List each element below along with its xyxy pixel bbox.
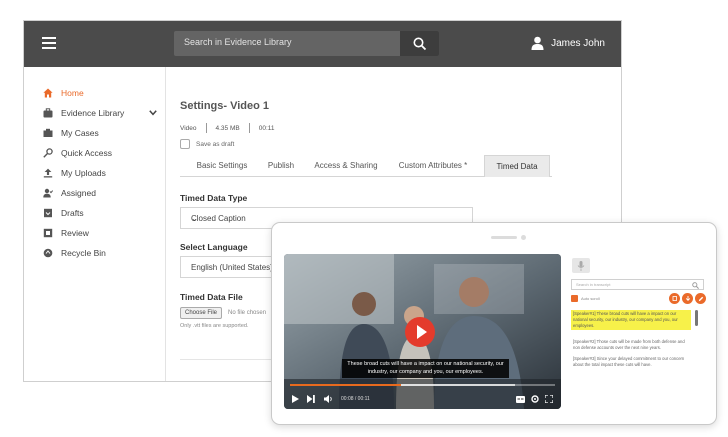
- timed-data-type-label: Timed Data Type: [180, 193, 248, 203]
- edit-icon: [698, 296, 703, 301]
- fullscreen-icon[interactable]: [545, 395, 553, 403]
- sidebar-item-label: Quick Access: [61, 148, 113, 158]
- play-button[interactable]: [405, 317, 435, 347]
- auto-scroll-checkbox[interactable]: [571, 295, 578, 302]
- tab-timed-data[interactable]: Timed Data: [484, 155, 550, 177]
- file-duration: 00:11: [258, 124, 275, 132]
- review-icon: [43, 228, 53, 238]
- assigned-user-icon: [43, 188, 53, 198]
- transcript-scrollbar[interactable]: [695, 310, 698, 326]
- play-icon[interactable]: [292, 395, 299, 403]
- sidebar-item-my-uploads[interactable]: My Uploads: [43, 166, 106, 180]
- sidebar-item-quick-access[interactable]: Quick Access: [43, 146, 112, 160]
- key-icon: [43, 148, 53, 158]
- settings-tabs: Basic Settings Publish Access & Sharing …: [180, 155, 552, 177]
- divider: [205, 123, 207, 133]
- page-title: Settings- Video 1: [180, 100, 270, 112]
- video-player[interactable]: These broad cuts will have a impact on o…: [284, 254, 561, 409]
- tablet-mockup: These broad cuts will have a impact on o…: [271, 222, 717, 425]
- transcript-entry[interactable]: [Speaker#2] Those cuts will be made from…: [571, 338, 691, 352]
- user-menu[interactable]: James John: [531, 36, 605, 50]
- tab-publish[interactable]: Publish: [260, 155, 302, 177]
- recycle-icon: [43, 248, 53, 258]
- language-value: English (United States): [191, 263, 273, 272]
- sidebar-item-label: Assigned: [61, 188, 96, 198]
- file-size: 4.35 MB: [215, 124, 240, 132]
- download-icon: [685, 295, 690, 301]
- save-as-draft-checkbox[interactable]: Save as draft: [180, 139, 234, 149]
- video-caption: These broad cuts will have a impact on o…: [342, 359, 509, 378]
- timed-data-file-label: Timed Data File: [180, 292, 243, 302]
- settings-gear-icon[interactable]: [531, 395, 539, 403]
- transcript-panel: Search in transcript Auto scroll [Speake…: [568, 254, 708, 414]
- microphone-icon: [577, 260, 585, 271]
- tab-access-sharing[interactable]: Access & Sharing: [308, 155, 384, 177]
- menu-icon[interactable]: [42, 37, 56, 49]
- briefcase-icon: [43, 108, 53, 118]
- sidebar-item-assigned[interactable]: Assigned: [43, 186, 96, 200]
- sidebar-item-home[interactable]: Home: [43, 86, 84, 100]
- case-icon: [43, 128, 53, 138]
- sidebar-item-review[interactable]: Review: [43, 226, 89, 240]
- user-name: James John: [551, 37, 605, 49]
- tablet-speaker: [491, 236, 517, 239]
- transcript-entry-active[interactable]: [Speaker#1] These broad cuts will have a…: [571, 310, 691, 330]
- sidebar-item-label: My Cases: [61, 128, 99, 138]
- file-meta: Video 4.35 MB 00:11: [180, 123, 275, 133]
- sidebar-item-label: Recycle Bin: [61, 248, 106, 258]
- video-controls: 00:08 / 00:11: [284, 390, 561, 409]
- tab-basic-settings[interactable]: Basic Settings: [186, 155, 258, 177]
- select-language-label: Select Language: [180, 242, 248, 252]
- auto-scroll-label: Auto scroll: [581, 296, 600, 301]
- sidebar-item-drafts[interactable]: Drafts: [43, 206, 84, 220]
- sidebar-item-label: My Uploads: [61, 168, 106, 178]
- drafts-icon: [43, 208, 53, 218]
- user-icon: [531, 36, 544, 50]
- download-transcript-button[interactable]: [682, 293, 693, 304]
- transcript-entry[interactable]: [Speaker#3] Since your delayed commitmen…: [571, 355, 691, 369]
- sidebar-item-label: Review: [61, 228, 89, 238]
- search-icon[interactable]: [692, 281, 699, 289]
- file-note: Only .vtt files are supported.: [180, 323, 249, 329]
- edit-transcript-button[interactable]: [695, 293, 706, 304]
- copy-icon: [672, 295, 677, 301]
- sidebar: Home Evidence Library My Cases Quick Acc: [24, 67, 166, 381]
- video-progress-bar[interactable]: [290, 384, 555, 386]
- sidebar-item-label: Drafts: [61, 208, 84, 218]
- sidebar-item-recycle-bin[interactable]: Recycle Bin: [43, 246, 106, 260]
- skip-forward-icon[interactable]: [307, 395, 315, 403]
- upload-icon: [43, 168, 53, 178]
- draft-label: Save as draft: [196, 140, 235, 148]
- divider: [248, 123, 250, 133]
- sidebar-item-label: Evidence Library: [61, 108, 125, 118]
- sidebar-item-label: Home: [61, 88, 84, 98]
- copy-transcript-button[interactable]: [669, 293, 680, 304]
- progress-played: [290, 384, 402, 386]
- sidebar-item-evidence-library[interactable]: Evidence Library: [43, 106, 161, 120]
- transcript-search-input[interactable]: Search in transcript: [576, 282, 610, 287]
- tablet-camera: [521, 235, 526, 240]
- screen: Search in Evidence Library James John Ho…: [0, 0, 728, 437]
- transcript-search[interactable]: Search in transcript: [571, 279, 704, 290]
- closed-caption-icon[interactable]: [516, 396, 525, 403]
- top-bar: Search in Evidence Library James John: [24, 21, 621, 67]
- microphone-button[interactable]: [572, 258, 590, 273]
- checkbox-box[interactable]: [180, 139, 190, 149]
- sidebar-item-my-cases[interactable]: My Cases: [43, 126, 99, 140]
- file-status: No file chosen: [228, 310, 267, 316]
- search-input[interactable]: Search in Evidence Library: [184, 37, 292, 47]
- file-picker: Choose File No file chosen: [180, 307, 266, 319]
- home-icon: [43, 88, 53, 98]
- tab-custom-attributes[interactable]: Custom Attributes *: [392, 155, 474, 177]
- search-button[interactable]: [400, 31, 439, 56]
- choose-file-button[interactable]: Choose File: [180, 307, 223, 319]
- volume-icon[interactable]: [324, 395, 334, 403]
- file-type: Video: [180, 124, 197, 132]
- search-bar[interactable]: Search in Evidence Library: [174, 31, 439, 56]
- chevron-down-icon[interactable]: [149, 110, 157, 116]
- search-icon: [413, 37, 427, 51]
- auto-scroll-toggle[interactable]: Auto scroll: [571, 295, 600, 302]
- video-time: 00:08 / 00:11: [341, 396, 370, 402]
